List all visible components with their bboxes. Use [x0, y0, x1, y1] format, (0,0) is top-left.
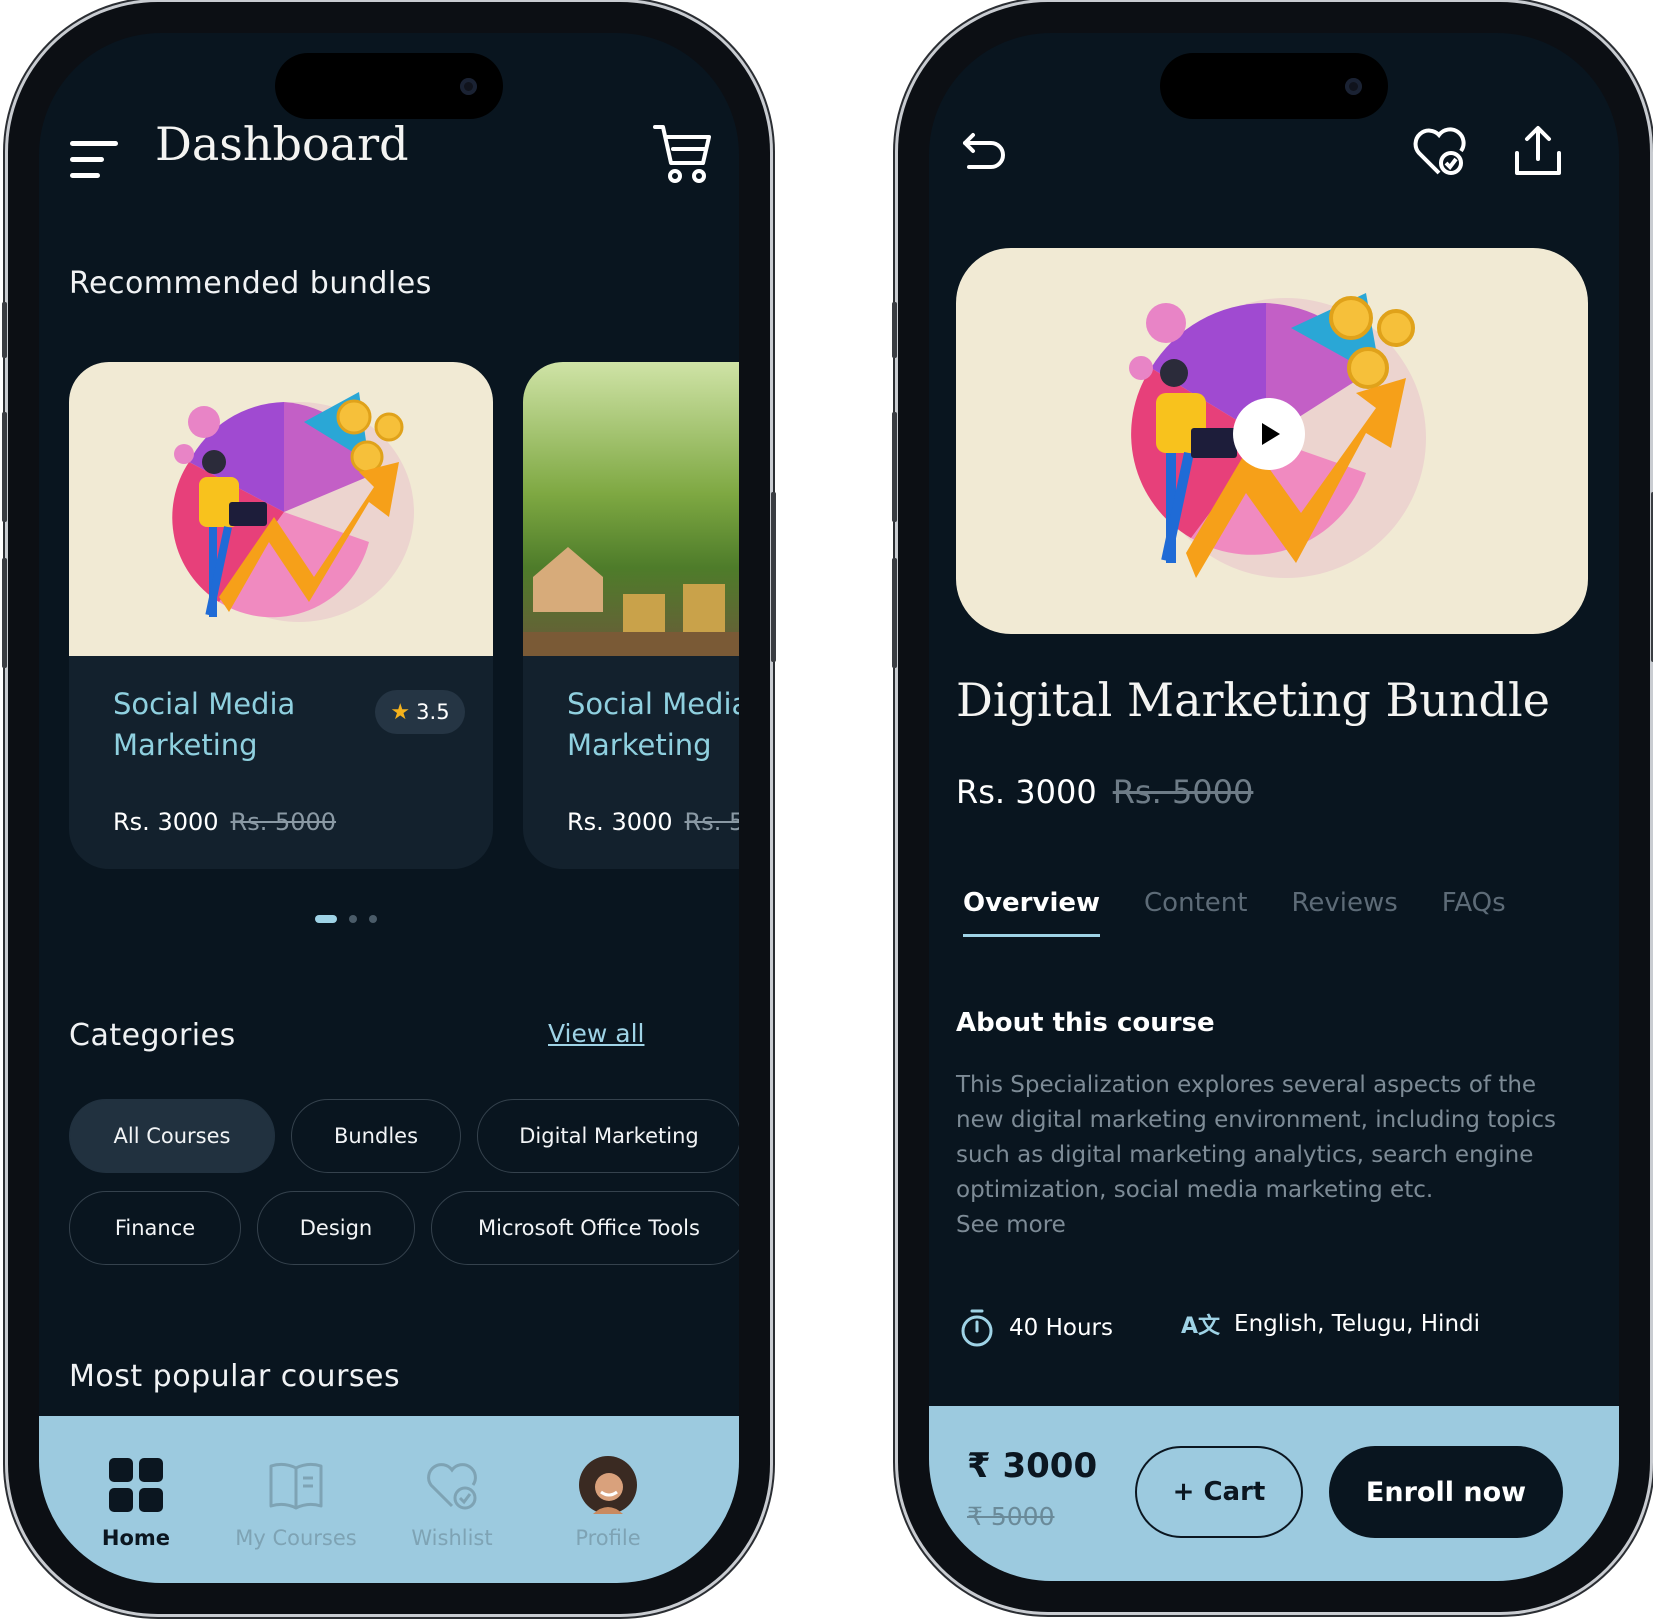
dynamic-island	[1160, 53, 1388, 119]
rating-value: 3.5	[416, 700, 450, 724]
bottom-nav: Home My Courses Wishlist Profile	[39, 1416, 739, 1583]
heart-check-icon	[423, 1456, 481, 1514]
duration-text: 40 Hours	[1009, 1315, 1113, 1341]
right-phone-frame: Digital Marketing Bundle Rs. 3000 Rs. 500…	[892, 2, 1653, 1612]
tab-faqs[interactable]: FAQs	[1442, 888, 1506, 937]
current-price: Rs. 3000	[956, 773, 1097, 811]
bundle-illustration	[69, 362, 493, 656]
bundle-price: Rs. 3000 Rs. 5000	[113, 808, 336, 836]
chip-microsoft-office-tools[interactable]: Microsoft Office Tools	[431, 1191, 739, 1265]
nav-profile[interactable]: Profile	[533, 1456, 683, 1550]
old-price: Rs. 5	[684, 808, 739, 836]
menu-icon[interactable]	[70, 141, 122, 179]
enroll-now-button[interactable]: Enroll now	[1329, 1446, 1563, 1538]
page-title: Dashboard	[155, 117, 409, 171]
categories-title: Categories	[69, 1018, 236, 1053]
recommended-title: Recommended bundles	[69, 266, 432, 301]
about-heading: About this course	[956, 1008, 1215, 1038]
nav-my-courses-label: My Courses	[235, 1526, 357, 1550]
footer-price: ₹ 3000	[967, 1446, 1098, 1486]
nav-home-label: Home	[101, 1526, 171, 1550]
dashboard-screen: Dashboard Recommended bundles Social Med…	[39, 33, 739, 1583]
chip-all-courses[interactable]: All Courses	[69, 1099, 275, 1173]
tab-content[interactable]: Content	[1144, 888, 1247, 937]
book-icon	[267, 1456, 325, 1514]
bundle-photo	[523, 362, 739, 656]
nav-my-courses[interactable]: My Courses	[221, 1456, 371, 1550]
bundle-price: Rs. 3000 Rs. 5	[567, 808, 739, 836]
course-detail-screen: Digital Marketing Bundle Rs. 3000 Rs. 500…	[929, 33, 1619, 1581]
translate-icon: A文	[1181, 1314, 1221, 1339]
cart-icon[interactable]	[653, 123, 713, 185]
course-tabs: Overview Content Reviews FAQs	[963, 888, 1506, 937]
nav-wishlist-label: Wishlist	[411, 1526, 493, 1550]
view-all-link[interactable]: View all	[548, 1019, 644, 1048]
add-to-cart-button[interactable]: + Cart	[1135, 1446, 1303, 1538]
star-icon: ★	[390, 699, 411, 725]
bundle-name: Social Media Marketing	[567, 687, 739, 762]
nav-home[interactable]: Home	[61, 1456, 211, 1550]
tab-overview[interactable]: Overview	[963, 888, 1101, 937]
popular-title: Most popular courses	[69, 1359, 401, 1394]
purchase-bar: ₹ 3000 ₹ 5000 + Cart Enroll now	[929, 1406, 1619, 1581]
carousel-dot[interactable]	[315, 915, 337, 923]
see-more-link[interactable]: See more	[956, 1212, 1066, 1238]
chip-design[interactable]: Design	[257, 1191, 415, 1265]
course-price: Rs. 3000 Rs. 5000	[956, 773, 1253, 811]
chip-bundles[interactable]: Bundles	[291, 1099, 461, 1173]
course-video-thumbnail[interactable]	[956, 248, 1588, 634]
play-button[interactable]	[1233, 398, 1305, 470]
tab-reviews[interactable]: Reviews	[1291, 888, 1397, 937]
about-text: This Specialization explores several asp…	[956, 1072, 1557, 1203]
chip-digital-marketing[interactable]: Digital Marketing	[477, 1099, 739, 1173]
left-phone-frame: Dashboard Recommended bundles Social Med…	[2, 2, 776, 1614]
bundle-name: Social Media Marketing	[113, 687, 296, 762]
footer-old-price: ₹ 5000	[967, 1502, 1055, 1531]
bundle-card[interactable]: Social Media Marketing ★ 3.5 Rs. 3000 Rs.…	[69, 362, 493, 869]
share-icon[interactable]	[1513, 125, 1563, 177]
timer-icon	[961, 1309, 993, 1347]
current-price: Rs. 3000	[567, 808, 673, 836]
play-icon	[1262, 423, 1280, 445]
duration-info: 40 Hours	[959, 1308, 1113, 1348]
bundle-card[interactable]: Social Media Marketing Rs. 3000 Rs. 5	[523, 362, 739, 869]
old-price: Rs. 5000	[230, 808, 337, 836]
wishlist-heart-icon[interactable]	[1413, 125, 1467, 177]
nav-profile-label: Profile	[575, 1526, 641, 1550]
carousel-dot[interactable]	[369, 915, 377, 923]
carousel-dots[interactable]	[315, 914, 377, 924]
dynamic-island	[275, 53, 503, 119]
old-price: Rs. 5000	[1112, 773, 1254, 811]
course-title: Digital Marketing Bundle	[956, 673, 1550, 727]
rating-badge: ★ 3.5	[375, 690, 465, 734]
language-info: A文 English, Telugu, Hindi	[1181, 1308, 1480, 1340]
avatar	[579, 1456, 637, 1514]
grid-icon	[107, 1456, 165, 1514]
back-icon[interactable]	[961, 131, 1007, 171]
languages-text: English, Telugu, Hindi	[1234, 1311, 1481, 1337]
current-price: Rs. 3000	[113, 808, 219, 836]
carousel-dot[interactable]	[349, 915, 357, 923]
nav-wishlist[interactable]: Wishlist	[377, 1456, 527, 1550]
about-text-block: This Specialization explores several asp…	[956, 1068, 1576, 1243]
chip-finance[interactable]: Finance	[69, 1191, 241, 1265]
